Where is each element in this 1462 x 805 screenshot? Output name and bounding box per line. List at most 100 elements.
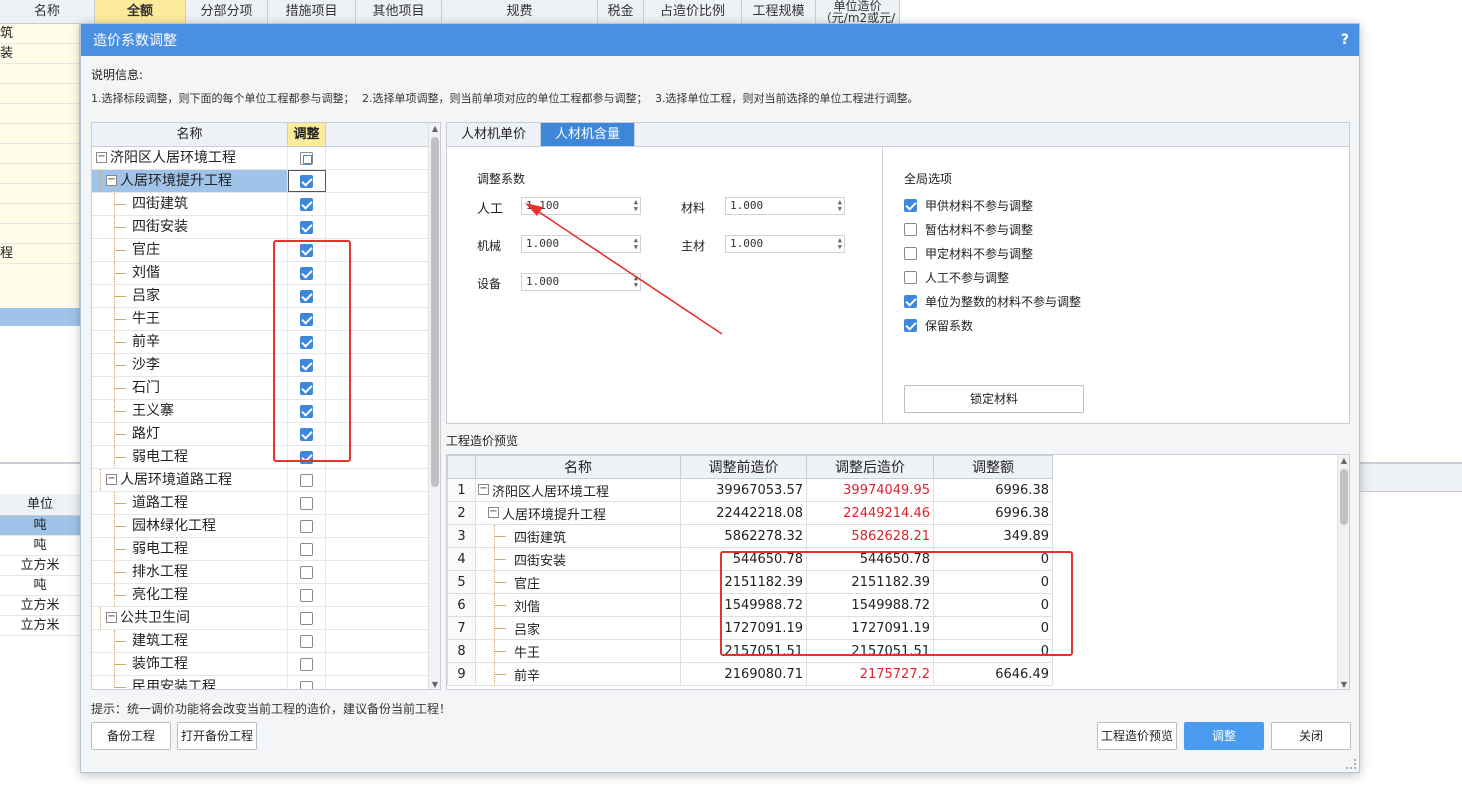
preview-scrollbar[interactable]: ▲ ▼ bbox=[1337, 455, 1349, 689]
tree-row[interactable]: 道路工程 bbox=[92, 492, 440, 515]
preview-row[interactable]: 6 刘偕 1549988.72 1549988.72 0 bbox=[447, 593, 1053, 617]
tree-row-name[interactable]: 建筑工程 bbox=[92, 630, 288, 652]
global-option[interactable]: 人工不参与调整 bbox=[904, 269, 1009, 286]
tree-row[interactable]: 四街建筑 bbox=[92, 193, 440, 216]
collapse-icon[interactable]: − bbox=[478, 484, 489, 495]
option-checkbox[interactable] bbox=[904, 271, 917, 284]
adjust-checkbox[interactable] bbox=[300, 680, 313, 689]
tree-row[interactable]: − 公共卫生间 bbox=[92, 607, 440, 630]
global-option[interactable]: 甲定材料不参与调整 bbox=[904, 245, 1033, 262]
option-checkbox[interactable] bbox=[904, 247, 917, 260]
bg-unit-row[interactable]: 吨 bbox=[0, 576, 80, 596]
preview-row[interactable]: 2− 人居环境提升工程 22442218.08 22449214.46 6996.38 bbox=[447, 501, 1053, 525]
tree-row[interactable]: 园林绿化工程 bbox=[92, 515, 440, 538]
tree-row-name[interactable]: 沙李 bbox=[92, 354, 288, 376]
tab-quantity[interactable]: 人材机含量 bbox=[541, 123, 636, 146]
bg-header-fees[interactable]: 规费 bbox=[442, 0, 598, 24]
tree-row-name[interactable]: 弱电工程 bbox=[92, 446, 288, 468]
adjust-checkbox[interactable] bbox=[300, 197, 313, 211]
bg-name-row[interactable]: 筑 bbox=[0, 24, 79, 44]
preview-row[interactable]: 7 吕家 1727091.19 1727091.19 0 bbox=[447, 616, 1053, 640]
tree-row-name[interactable]: 装饰工程 bbox=[92, 653, 288, 675]
tab-unit-price[interactable]: 人材机单价 bbox=[447, 123, 542, 146]
adjust-checkbox[interactable] bbox=[300, 473, 313, 487]
bg-unit-row[interactable]: 吨 bbox=[0, 536, 80, 556]
tree-row-name[interactable]: − 人居环境道路工程 bbox=[92, 469, 288, 491]
tree-row-name[interactable]: 吕家 bbox=[92, 285, 288, 307]
adjust-checkbox[interactable] bbox=[300, 220, 313, 234]
option-checkbox[interactable] bbox=[904, 295, 917, 308]
tree-row-name[interactable]: 道路工程 bbox=[92, 492, 288, 514]
adjust-checkbox[interactable] bbox=[300, 657, 313, 671]
adjust-checkbox[interactable] bbox=[300, 565, 313, 579]
preview-row[interactable]: 5 官庄 2151182.39 2151182.39 0 bbox=[447, 570, 1053, 594]
bg-selected-row[interactable] bbox=[0, 308, 80, 326]
tree-row[interactable]: 民用安装工程 bbox=[92, 676, 440, 689]
tree-row-name[interactable]: 亮化工程 bbox=[92, 584, 288, 606]
adjust-checkbox[interactable] bbox=[300, 496, 313, 510]
tree-row-name[interactable]: − 公共卫生间 bbox=[92, 607, 288, 629]
adjust-checkbox[interactable] bbox=[300, 335, 313, 349]
tree-row-name[interactable]: 官庄 bbox=[92, 239, 288, 261]
preview-scroll-thumb[interactable] bbox=[1340, 469, 1348, 525]
collapse-icon[interactable]: − bbox=[106, 474, 117, 485]
adjust-checkbox[interactable] bbox=[300, 519, 313, 533]
adjust-checkbox[interactable] bbox=[300, 289, 313, 303]
backup-project-button[interactable]: 备份工程 bbox=[91, 722, 171, 750]
scroll-down-icon[interactable]: ▼ bbox=[1338, 679, 1349, 689]
tree-row-name[interactable]: 王义寨 bbox=[92, 400, 288, 422]
tree-scrollbar[interactable]: ▲ ▼ bbox=[428, 123, 440, 689]
collapse-icon[interactable]: − bbox=[106, 612, 117, 623]
bg-name-row[interactable] bbox=[0, 204, 79, 224]
tree-row-name[interactable]: 路灯 bbox=[92, 423, 288, 445]
tree-scroll-thumb[interactable] bbox=[431, 137, 439, 487]
bg-header-scale[interactable]: 工程规模 bbox=[742, 0, 816, 24]
tree-row[interactable]: − 人居环境提升工程 bbox=[92, 170, 440, 193]
bg-name-row[interactable] bbox=[0, 84, 79, 104]
scroll-up-icon[interactable]: ▲ bbox=[429, 123, 440, 135]
bg-name-row[interactable] bbox=[0, 164, 79, 184]
bg-unit-row[interactable]: 立方米 bbox=[0, 596, 80, 616]
tree-row[interactable]: 沙李 bbox=[92, 354, 440, 377]
tree-row-name[interactable]: 刘偕 bbox=[92, 262, 288, 284]
resize-grip-icon[interactable] bbox=[1346, 759, 1356, 769]
tree-row[interactable]: − 人居环境道路工程 bbox=[92, 469, 440, 492]
help-icon[interactable]: ? bbox=[1341, 32, 1349, 48]
adjust-checkbox[interactable] bbox=[300, 404, 313, 418]
preview-row[interactable]: 4 四街安装 544650.78 544650.78 0 bbox=[447, 547, 1053, 571]
tree-row[interactable]: 亮化工程 bbox=[92, 584, 440, 607]
tree-row[interactable]: 弱电工程 bbox=[92, 538, 440, 561]
bg-unit-row[interactable]: 立方米 bbox=[0, 556, 80, 576]
bg-unit-row[interactable]: 吨 bbox=[0, 516, 80, 536]
bg-name-row[interactable]: 装 bbox=[0, 44, 79, 64]
bg-header-other[interactable]: 其他项目 bbox=[356, 0, 442, 24]
adjust-checkbox[interactable] bbox=[300, 427, 313, 441]
lock-material-button[interactable]: 锁定材料 bbox=[904, 385, 1084, 413]
tree-row-name[interactable]: 园林绿化工程 bbox=[92, 515, 288, 537]
tree-row[interactable]: 石门 bbox=[92, 377, 440, 400]
cost-preview-button[interactable]: 工程造价预览 bbox=[1097, 722, 1177, 750]
tree-row-name[interactable]: 四街安装 bbox=[92, 216, 288, 238]
close-button[interactable]: 关闭 bbox=[1271, 722, 1351, 750]
adjust-checkbox[interactable] bbox=[300, 588, 313, 602]
tree-row-name[interactable]: 前辛 bbox=[92, 331, 288, 353]
tree-row-name[interactable]: 民用安装工程 bbox=[92, 676, 288, 689]
tree-row[interactable]: 刘偕 bbox=[92, 262, 440, 285]
bg-name-row[interactable] bbox=[0, 124, 79, 144]
adjust-checkbox[interactable] bbox=[300, 174, 313, 188]
tree-row[interactable]: 牛王 bbox=[92, 308, 440, 331]
preview-row[interactable]: 3 四街建筑 5862278.32 5862628.21 349.89 bbox=[447, 524, 1053, 548]
tree-row[interactable]: 吕家 bbox=[92, 285, 440, 308]
bg-name-row[interactable]: 程 bbox=[0, 244, 79, 264]
collapse-icon[interactable]: − bbox=[488, 507, 499, 518]
tree-row-name[interactable]: 牛王 bbox=[92, 308, 288, 330]
bg-header-total[interactable]: 全额 bbox=[95, 0, 186, 24]
tree-row[interactable]: − 济阳区人居环境工程 bbox=[92, 147, 440, 170]
adjust-checkbox[interactable] bbox=[300, 243, 313, 257]
tree-row-name[interactable]: 石门 bbox=[92, 377, 288, 399]
adjust-checkbox[interactable] bbox=[300, 381, 313, 395]
scroll-up-icon[interactable]: ▲ bbox=[1338, 455, 1349, 467]
tree-row[interactable]: 排水工程 bbox=[92, 561, 440, 584]
adjust-checkbox[interactable] bbox=[300, 358, 313, 372]
preview-row[interactable]: 8 牛王 2157051.51 2157051.51 0 bbox=[447, 639, 1053, 663]
